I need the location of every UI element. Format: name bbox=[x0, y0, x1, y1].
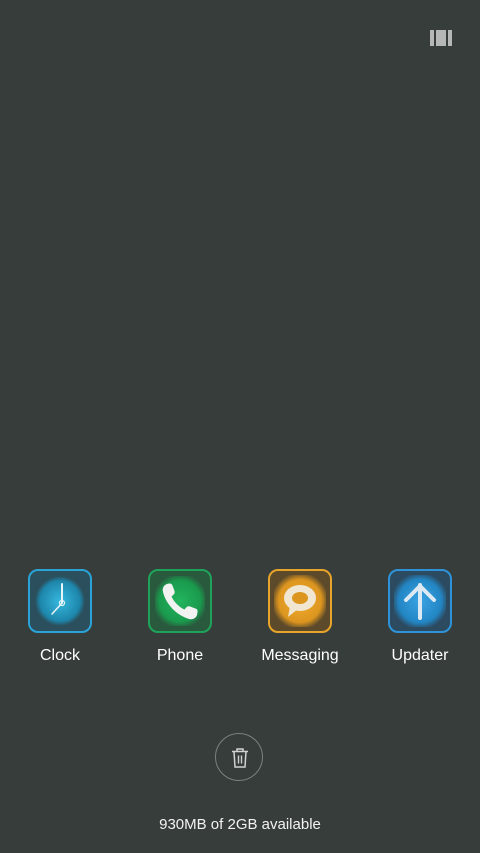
app-label: Clock bbox=[39, 647, 80, 664]
recent-app-messaging[interactable]: Messaging bbox=[245, 569, 355, 665]
app-label: Messaging bbox=[261, 647, 339, 664]
phone-icon bbox=[148, 569, 212, 633]
arrow-up-icon bbox=[388, 569, 452, 633]
recent-apps-row: Clock Phone Messaging Updater bbox=[0, 569, 480, 679]
app-label: Phone bbox=[156, 647, 204, 664]
clock-icon bbox=[28, 569, 92, 633]
trash-icon bbox=[232, 748, 248, 768]
recent-app-updater[interactable]: Updater bbox=[365, 569, 475, 665]
memory-status: 930MB of 2GB available bbox=[159, 816, 321, 833]
recents-layout-toggle-icon[interactable] bbox=[430, 30, 452, 46]
clear-all-button[interactable] bbox=[215, 733, 263, 781]
chat-bubble-icon bbox=[268, 569, 332, 633]
recent-app-phone[interactable]: Phone bbox=[125, 569, 235, 665]
recent-app-clock[interactable]: Clock bbox=[5, 569, 115, 665]
app-label: Updater bbox=[391, 647, 449, 664]
